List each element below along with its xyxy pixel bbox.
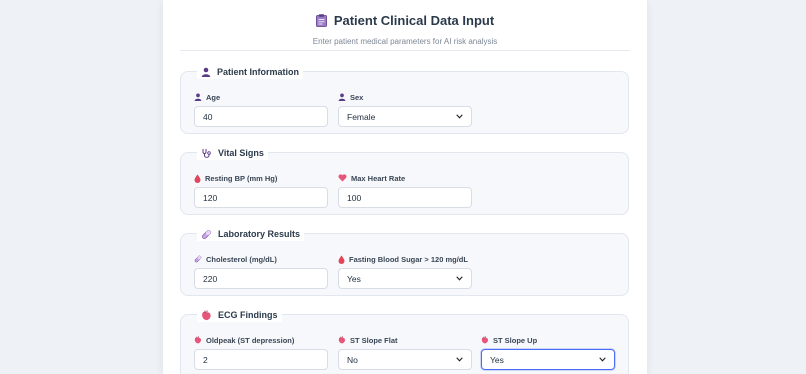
sex-select[interactable]: Female: [338, 106, 472, 127]
oldpeak-label-text: Oldpeak (ST depression): [206, 335, 295, 345]
max-heart-rate-label: Max Heart Rate: [338, 173, 405, 183]
age-field-group: Age 40: [194, 92, 328, 127]
person-icon: [338, 93, 346, 101]
pill-icon: [201, 229, 212, 240]
st-slope-up-label-text: ST Slope Up: [493, 335, 538, 345]
sex-label: Sex: [338, 92, 363, 102]
section-ecg-findings: ECG Findings Oldpeak (ST depression) 2 S…: [180, 308, 629, 374]
oldpeak-field-group: Oldpeak (ST depression) 2: [194, 335, 328, 370]
st-slope-flat-select-value: No: [347, 354, 358, 365]
form-card: Patient Clinical Data Input Enter patien…: [163, 0, 647, 374]
chevron-down-icon: [456, 276, 463, 281]
section-title-laboratory-results: Laboratory Results: [197, 227, 305, 241]
stethoscope-icon: [201, 148, 212, 159]
max-heart-rate-field-group: Max Heart Rate 100: [338, 173, 472, 208]
fasting-blood-sugar-select[interactable]: Yes: [338, 268, 472, 289]
anatomical-heart-icon: [201, 310, 212, 321]
chevron-down-icon: [456, 357, 463, 362]
section-title-vital-signs: Vital Signs: [197, 146, 268, 160]
oldpeak-label: Oldpeak (ST depression): [194, 335, 294, 345]
section-title-ecg-findings: ECG Findings: [197, 308, 282, 322]
section-title-text: Patient Information: [217, 67, 300, 77]
fasting-blood-sugar-select-value: Yes: [347, 273, 361, 284]
st-slope-up-select-value: Yes: [490, 354, 504, 365]
section-title-text: ECG Findings: [218, 310, 278, 320]
anatomical-heart-icon: [338, 336, 346, 344]
person-icon: [201, 67, 211, 77]
blood-drop-icon: [194, 174, 201, 183]
max-heart-rate-input[interactable]: 100: [338, 187, 472, 208]
cholesterol-input[interactable]: 220: [194, 268, 328, 289]
max-heart-rate-label-text: Max Heart Rate: [351, 173, 406, 183]
chevron-down-icon: [599, 357, 606, 362]
section-title-patient-information: Patient Information: [197, 65, 304, 79]
heart-icon: [338, 174, 347, 182]
resting-bp-field-group: Resting BP (mm Hg) 120: [194, 173, 328, 208]
chevron-down-icon: [456, 114, 463, 119]
section-vital-signs: Vital Signs Resting BP (mm Hg) 120 Max H…: [180, 146, 629, 215]
st-slope-flat-label: ST Slope Flat: [338, 335, 398, 345]
fasting-blood-sugar-label: Fasting Blood Sugar > 120 mg/dL: [338, 254, 468, 264]
sex-field-group: Sex Female: [338, 92, 472, 127]
pill-icon: [194, 255, 202, 263]
section-laboratory-results: Laboratory Results Cholesterol (mg/dL) 2…: [180, 227, 629, 296]
cholesterol-field-group: Cholesterol (mg/dL) 220: [194, 254, 328, 289]
header-divider: [180, 50, 630, 51]
st-slope-flat-select[interactable]: No: [338, 349, 472, 370]
sex-select-value: Female: [347, 111, 376, 122]
section-patient-information: Patient Information Age 40 Sex Female: [180, 65, 629, 134]
age-label: Age: [194, 92, 220, 102]
fasting-blood-sugar-label-text: Fasting Blood Sugar > 120 mg/dL: [349, 254, 468, 264]
resting-bp-label: Resting BP (mm Hg): [194, 173, 277, 183]
page-title-text: Patient Clinical Data Input: [333, 12, 495, 28]
sex-label-text: Sex: [350, 92, 364, 102]
person-icon: [194, 93, 202, 101]
resting-bp-label-text: Resting BP (mm Hg): [205, 173, 278, 183]
cholesterol-label: Cholesterol (mg/dL): [194, 254, 277, 264]
st-slope-flat-label-text: ST Slope Flat: [350, 335, 398, 345]
age-label-text: Age: [206, 92, 221, 102]
clipboard-icon: [315, 13, 327, 27]
age-input[interactable]: 40: [194, 106, 328, 127]
form-header: Patient Clinical Data Input Enter patien…: [163, 10, 647, 47]
cholesterol-label-text: Cholesterol (mg/dL): [206, 254, 277, 264]
st-slope-up-label: ST Slope Up: [481, 335, 537, 345]
st-slope-up-field-group: ST Slope Up Yes: [481, 335, 615, 370]
resting-bp-input[interactable]: 120: [194, 187, 328, 208]
oldpeak-input[interactable]: 2: [194, 349, 328, 370]
blood-drop-icon: [338, 255, 345, 264]
st-slope-flat-field-group: ST Slope Flat No: [338, 335, 472, 370]
section-title-text: Vital Signs: [218, 148, 264, 158]
page-subtitle: Enter patient medical parameters for AI …: [312, 37, 498, 46]
section-title-text: Laboratory Results: [218, 229, 301, 239]
st-slope-up-select[interactable]: Yes: [481, 349, 615, 370]
page-title: Patient Clinical Data Input: [163, 10, 647, 30]
fasting-blood-sugar-field-group: Fasting Blood Sugar > 120 mg/dL Yes: [338, 254, 472, 289]
anatomical-heart-icon: [481, 336, 489, 344]
anatomical-heart-icon: [194, 336, 202, 344]
